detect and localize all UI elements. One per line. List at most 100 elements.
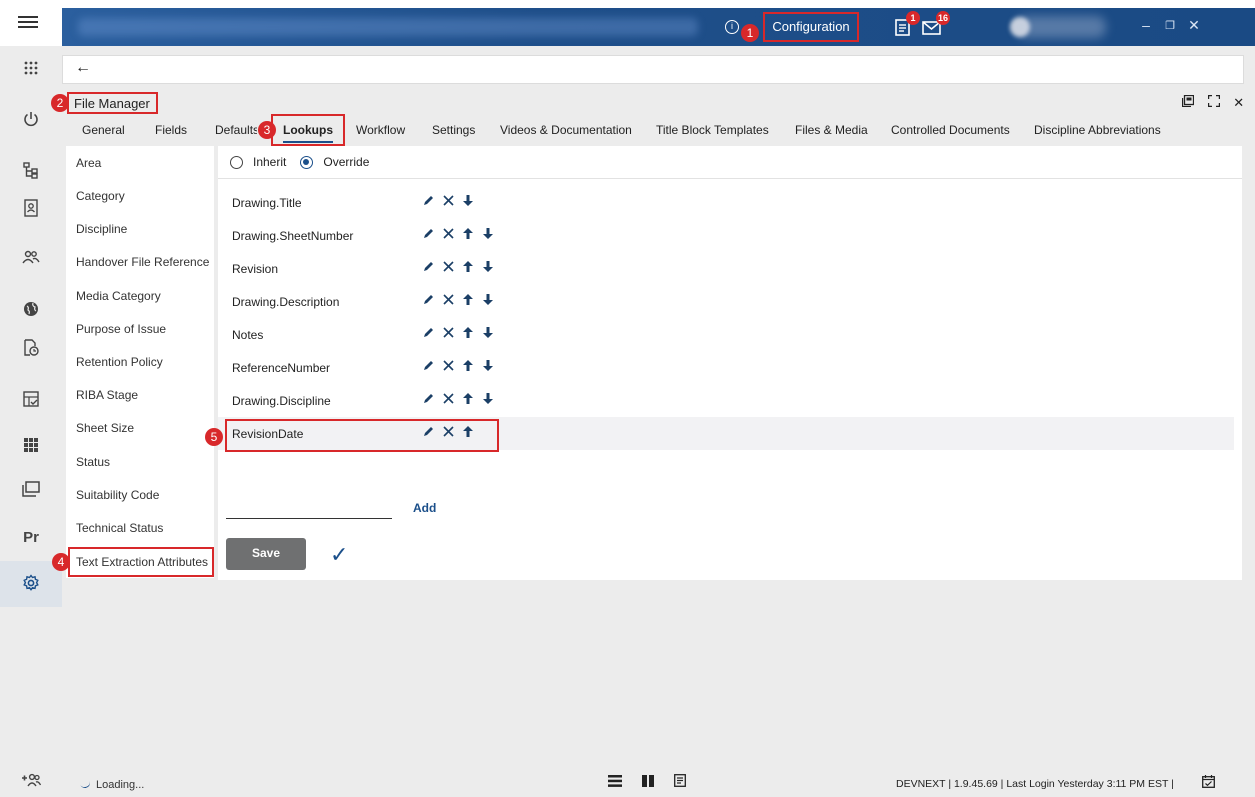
override-label: Override — [323, 155, 370, 169]
loading-indicator: Loading... — [62, 776, 144, 791]
folders-icon[interactable] — [19, 477, 43, 501]
category-item-media-category[interactable]: Media Category — [76, 289, 161, 303]
move-down-icon[interactable] — [478, 325, 498, 341]
move-down-icon[interactable] — [478, 391, 498, 407]
field-actions — [418, 424, 478, 440]
fullscreen-icon[interactable] — [1207, 94, 1220, 110]
callout-marker-4: 4 — [52, 553, 70, 571]
move-up-icon[interactable] — [458, 226, 478, 242]
move-up-icon[interactable] — [458, 325, 478, 341]
tab-lookups[interactable]: Lookups — [283, 117, 333, 143]
edit-icon[interactable] — [418, 259, 438, 275]
info-icon[interactable]: i — [725, 20, 739, 34]
popout-icon[interactable] — [1181, 94, 1195, 110]
tab-controlled-documents[interactable]: Controlled Documents — [891, 117, 1010, 143]
category-item-riba-stage[interactable]: RIBA Stage — [76, 388, 138, 402]
move-up-icon[interactable] — [458, 391, 478, 407]
field-name: Drawing.SheetNumber — [232, 229, 354, 243]
add-user-icon[interactable] — [19, 768, 43, 792]
tasks-badge: 1 — [906, 11, 920, 25]
move-down-icon[interactable] — [478, 292, 498, 308]
close-window-icon[interactable]: ✕ — [1184, 17, 1204, 34]
tab-files-media[interactable]: Files & Media — [795, 117, 868, 143]
save-button[interactable]: Save — [226, 538, 306, 570]
add-field-input[interactable] — [226, 518, 392, 519]
restore-icon[interactable]: ❐ — [1160, 19, 1180, 32]
delete-icon[interactable] — [438, 226, 458, 242]
move-down-icon[interactable] — [478, 358, 498, 374]
field-row: Drawing.Discipline — [218, 384, 1234, 417]
document-view-icon[interactable] — [673, 774, 686, 790]
delete-icon[interactable] — [438, 424, 458, 440]
table-icon[interactable] — [19, 433, 43, 457]
back-arrow-icon[interactable]: ← — [75, 59, 91, 77]
delete-icon[interactable] — [438, 391, 458, 407]
minimize-icon[interactable]: – — [1136, 17, 1156, 33]
move-down-icon[interactable] — [458, 193, 478, 209]
list-view-icon[interactable] — [608, 774, 622, 790]
status-bar: Loading... DEVNEXT | 1.9.45.69 | Last Lo… — [62, 769, 1255, 797]
move-down-icon[interactable] — [478, 259, 498, 275]
category-item-discipline[interactable]: Discipline — [76, 222, 127, 236]
category-item-status[interactable]: Status — [76, 455, 110, 469]
settings-gear-icon[interactable] — [19, 571, 43, 595]
tab-discipline-abbreviations[interactable]: Discipline Abbreviations — [1034, 117, 1161, 143]
checklist-icon[interactable] — [19, 387, 43, 411]
apps-grid-icon[interactable] — [19, 56, 43, 80]
power-icon[interactable] — [19, 107, 43, 131]
tab-workflow[interactable]: Workflow — [356, 117, 405, 143]
category-item-handover-file-reference[interactable]: Handover File Reference — [76, 255, 209, 269]
tasks-icon[interactable]: 1 — [894, 11, 920, 37]
messages-badge: 16 — [935, 11, 950, 25]
field-row: Revision — [218, 252, 1234, 285]
tab-defaults[interactable]: Defaults — [215, 117, 257, 143]
split-view-icon[interactable] — [641, 774, 654, 790]
override-radio[interactable] — [300, 155, 314, 169]
category-item-category[interactable]: Category — [76, 189, 125, 203]
edit-icon[interactable] — [418, 226, 438, 242]
configuration-button[interactable]: Configuration — [763, 12, 859, 42]
messages-icon[interactable]: 16 — [922, 11, 950, 37]
field-name: Notes — [232, 328, 264, 342]
delete-icon[interactable] — [438, 358, 458, 374]
delete-icon[interactable] — [438, 292, 458, 308]
contacts-icon[interactable] — [19, 196, 43, 220]
category-item-retention-policy[interactable]: Retention Policy — [76, 355, 163, 369]
move-up-icon[interactable] — [458, 259, 478, 275]
calendar-check-icon[interactable] — [1202, 775, 1215, 791]
move-up-icon[interactable] — [458, 424, 478, 440]
tab-fields[interactable]: Fields — [155, 117, 187, 143]
hamburger-menu-icon[interactable] — [18, 13, 38, 33]
category-item-sheet-size[interactable]: Sheet Size — [76, 421, 134, 435]
edit-icon[interactable] — [418, 292, 438, 308]
inherit-radio[interactable] — [230, 155, 243, 169]
people-icon[interactable] — [19, 245, 43, 269]
edit-icon[interactable] — [418, 325, 438, 341]
edit-icon[interactable] — [418, 193, 438, 209]
edit-icon[interactable] — [418, 391, 438, 407]
tab-general[interactable]: General — [82, 117, 125, 143]
add-button[interactable]: Add — [413, 501, 436, 515]
document-clock-icon[interactable] — [19, 336, 43, 360]
callout-marker-3: 3 — [258, 121, 276, 139]
pr-module-icon[interactable]: Pr — [19, 525, 43, 549]
category-item-text-extraction-attributes[interactable]: Text Extraction Attributes — [76, 555, 208, 569]
close-panel-icon[interactable]: ✕ — [1233, 95, 1244, 111]
edit-icon[interactable] — [418, 424, 438, 440]
move-down-icon[interactable] — [478, 226, 498, 242]
move-up-icon[interactable] — [458, 292, 478, 308]
tab-title-block-templates[interactable]: Title Block Templates — [656, 117, 769, 143]
category-item-purpose-of-issue[interactable]: Purpose of Issue — [76, 322, 166, 336]
delete-icon[interactable] — [438, 325, 458, 341]
edit-icon[interactable] — [418, 358, 438, 374]
tab-settings[interactable]: Settings — [432, 117, 475, 143]
tab-videos-documentation[interactable]: Videos & Documentation — [500, 117, 632, 143]
move-up-icon[interactable] — [458, 358, 478, 374]
category-item-suitability-code[interactable]: Suitability Code — [76, 488, 159, 502]
globe-icon[interactable] — [19, 297, 43, 321]
delete-icon[interactable] — [438, 193, 458, 209]
delete-icon[interactable] — [438, 259, 458, 275]
category-item-area[interactable]: Area — [76, 156, 101, 170]
category-item-technical-status[interactable]: Technical Status — [76, 521, 163, 535]
hierarchy-icon[interactable] — [19, 159, 43, 183]
